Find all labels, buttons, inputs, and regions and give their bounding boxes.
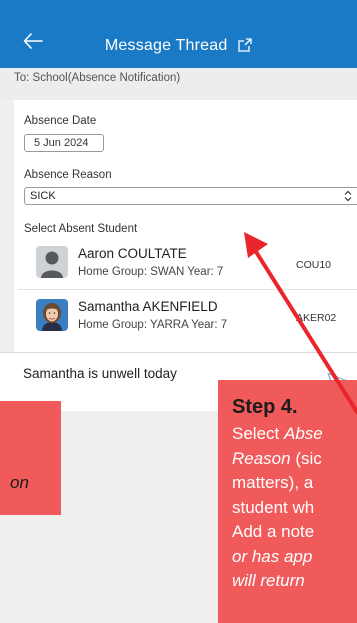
student-row-aaron[interactable]: Aaron COULTATE Home Group: SWAN Year: 7 … — [18, 237, 357, 289]
recipient-line: To: School(Absence Notification) — [0, 68, 357, 100]
absence-reason-select[interactable]: SICK — [24, 187, 357, 205]
student-code: AKER02 — [296, 312, 337, 324]
callout-line: matters), a — [232, 473, 314, 492]
student-name: Samantha AKENFIELD — [78, 299, 218, 314]
avatar-placeholder — [36, 246, 68, 278]
note-text: Samantha is unwell today — [23, 366, 177, 381]
absence-reason-value: SICK — [30, 190, 56, 202]
callout-line: Select Abse — [232, 424, 323, 443]
select-student-label: Select Absent Student — [24, 223, 138, 235]
instruction-callout-step4: Step 4. Select Abse Reason (sic matters)… — [218, 380, 357, 623]
page-title-text: Message Thread — [104, 37, 228, 54]
student-group: Home Group: YARRA Year: 7 — [78, 319, 228, 331]
absence-date-value: 5 Jun 2024 — [34, 137, 89, 149]
callout-line: student wh — [232, 497, 315, 517]
absence-reason-label: Absence Reason — [24, 169, 112, 181]
callout-line: Reason (sic — [232, 448, 322, 468]
callout-step-body: Select Abse Reason (sic matters), a stud… — [232, 422, 357, 594]
absence-date-field[interactable]: 5 Jun 2024 — [24, 134, 104, 152]
student-group: Home Group: SWAN Year: 7 — [78, 266, 224, 278]
external-link-icon[interactable] — [238, 38, 252, 52]
app-header: Message Thread — [0, 0, 357, 68]
instruction-callout-left: on — [0, 401, 61, 515]
callout-line: or has app — [232, 546, 313, 566]
avatar-photo — [36, 299, 68, 331]
student-photo-icon — [36, 299, 68, 331]
recipient-text: To: School(Absence Notification) — [14, 72, 181, 84]
select-caret-icon — [344, 190, 352, 202]
student-row-samantha[interactable]: Samantha AKENFIELD Home Group: YARRA Yea… — [18, 290, 357, 342]
callout-line: will return — [232, 571, 305, 590]
phone-screen: Message Thread To: School(Absence Notifi… — [0, 0, 357, 623]
callout-step-title: Step 4. — [232, 396, 298, 418]
callout-left-text: on — [10, 473, 29, 492]
student-code: COU10 — [296, 259, 332, 271]
page-title: Message Thread — [0, 37, 357, 55]
absence-date-label: Absence Date — [24, 115, 97, 127]
person-silhouette-icon — [36, 246, 68, 278]
student-name: Aaron COULTATE — [78, 246, 187, 261]
callout-line: Add a note — [232, 522, 315, 541]
